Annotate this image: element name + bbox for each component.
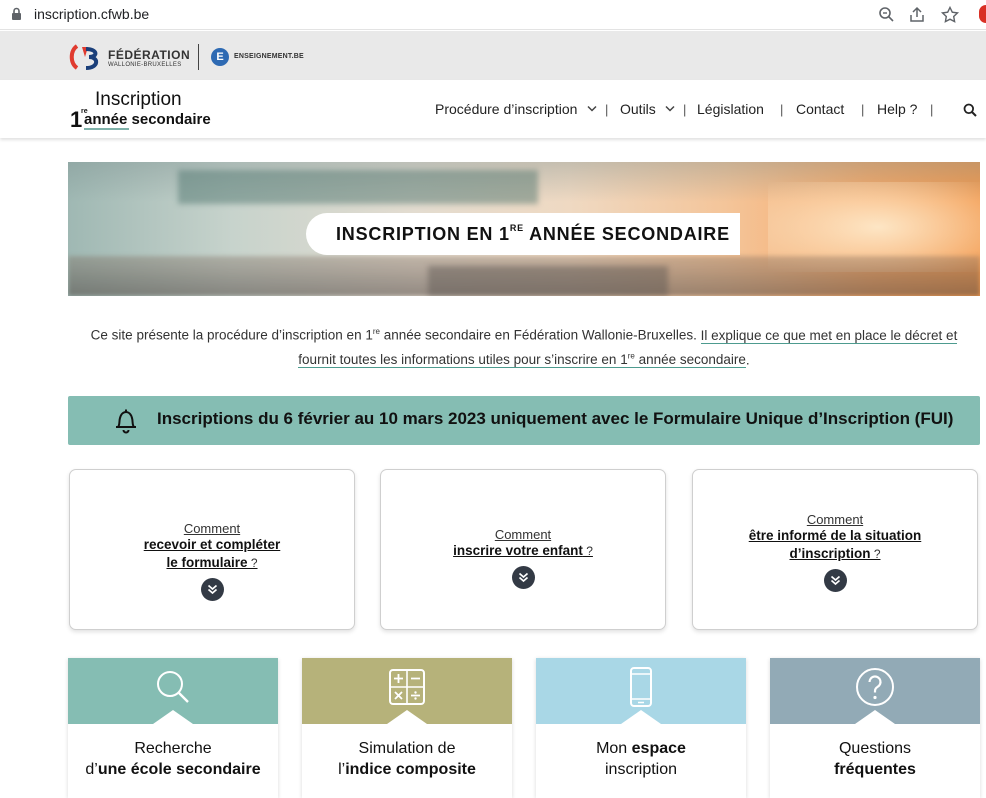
hero-desk: [428, 266, 668, 296]
intro-paragraph: Ce site présente la procédure d’inscript…: [90, 327, 958, 368]
tile-notch: [302, 710, 512, 726]
nav-separator: |: [861, 102, 865, 117]
smartphone-icon: [630, 667, 652, 707]
hero-title-box: INSCRIPTION EN 1RE ANNÉE SECONDAIRE: [306, 213, 740, 255]
tile-notch: [68, 710, 278, 726]
site-header: 1 re Inscription année secondaire Procéd…: [0, 80, 986, 138]
card-title-line: être informé de la situation: [748, 528, 922, 543]
card-title-line: inscrire votre enfant ?: [453, 543, 593, 558]
browser-address-bar: inscription.cfwb.be: [0, 0, 986, 30]
tile-notch: [770, 710, 980, 726]
tile-faq[interactable]: Questions fréquentes: [770, 658, 980, 798]
search-icon: [157, 671, 189, 703]
enseignement-link[interactable]: ENSEIGNEMENT.BE: [234, 53, 304, 60]
nav-item-help[interactable]: Help ?: [877, 101, 917, 117]
tile-school-search[interactable]: Recherche d’une école secondaire: [68, 658, 278, 798]
divider: [198, 44, 199, 70]
nav-separator: |: [683, 102, 687, 117]
chevron-down-icon[interactable]: [587, 105, 597, 112]
tile-notch: [536, 710, 746, 726]
intro-link[interactable]: fournit toutes les informations utiles p…: [298, 352, 746, 368]
federation-name: FÉDÉRATION: [108, 48, 191, 62]
card-title-line: le formulaire ?: [166, 555, 258, 570]
card-title-line: recevoir et compléter: [143, 537, 281, 552]
nav-item-legislation[interactable]: Législation: [697, 101, 764, 117]
hero-title: INSCRIPTION EN 1RE ANNÉE SECONDAIRE: [336, 223, 730, 244]
federation-subtitle: WALLONIE-BRUXELLES: [108, 62, 182, 68]
tile-label: Mon espace inscription: [596, 740, 686, 778]
intro-link[interactable]: Il explique ce que met en place le décre…: [700, 327, 958, 344]
nav-separator: |: [930, 102, 934, 117]
bell-icon: [116, 409, 136, 434]
federation-logo-icon[interactable]: [68, 43, 102, 71]
double-chevron-down-icon[interactable]: [200, 578, 224, 601]
card-lead: Comment: [183, 521, 241, 536]
enseignement-logo-icon[interactable]: E: [211, 48, 229, 66]
card-registration-status[interactable]: Comment être informé de la situation d’i…: [692, 469, 978, 630]
nav-item-procedure[interactable]: Procédure d’inscription: [435, 101, 577, 117]
card-receive-form[interactable]: Comment recevoir et compléter le formula…: [69, 469, 355, 630]
share-icon[interactable]: [907, 5, 927, 25]
url-text[interactable]: inscription.cfwb.be: [34, 6, 149, 22]
logo-title: Inscription: [95, 89, 182, 110]
search-icon[interactable]: [963, 103, 977, 117]
tile-my-space[interactable]: Mon espace inscription: [536, 658, 746, 798]
bookmark-star-icon[interactable]: [940, 5, 960, 25]
logo-subtitle: année secondaire: [84, 111, 211, 128]
tile-label: Recherche d’une école secondaire: [85, 740, 261, 778]
tile-label: Questions fréquentes: [834, 740, 916, 778]
card-register-child[interactable]: Comment inscrire votre enfant ?: [380, 469, 666, 630]
nav-separator: |: [780, 102, 784, 117]
nav-item-outils[interactable]: Outils: [620, 101, 656, 117]
lock-icon: [12, 7, 21, 20]
card-title-line: d’inscription ?: [789, 546, 881, 561]
zoom-icon[interactable]: [877, 5, 897, 25]
nav-separator: |: [605, 102, 609, 117]
tile-composite-index[interactable]: Simulation de l’indice composite: [302, 658, 512, 798]
double-chevron-down-icon[interactable]: [511, 566, 535, 589]
tile-label: Simulation de l’indice composite: [338, 740, 476, 778]
hero-banner-image: INSCRIPTION EN 1RE ANNÉE SECONDAIRE: [68, 162, 980, 296]
chevron-down-icon[interactable]: [665, 105, 675, 112]
logo-underline: [84, 128, 129, 130]
nav-item-contact[interactable]: Contact: [796, 101, 844, 117]
card-lead: Comment: [494, 527, 552, 542]
alert-text: Inscriptions du 6 février au 10 mars 202…: [157, 409, 954, 428]
registration-alert: Inscriptions du 6 février au 10 mars 202…: [68, 396, 980, 445]
card-lead: Comment: [806, 512, 864, 527]
extension-icon[interactable]: [979, 5, 986, 23]
double-chevron-down-icon[interactable]: [823, 569, 847, 592]
federation-strip: FÉDÉRATION WALLONIE-BRUXELLES E ENSEIGNE…: [0, 31, 986, 80]
hero-board: [178, 170, 538, 204]
calculator-icon: [389, 669, 425, 705]
question-icon: [856, 668, 894, 706]
